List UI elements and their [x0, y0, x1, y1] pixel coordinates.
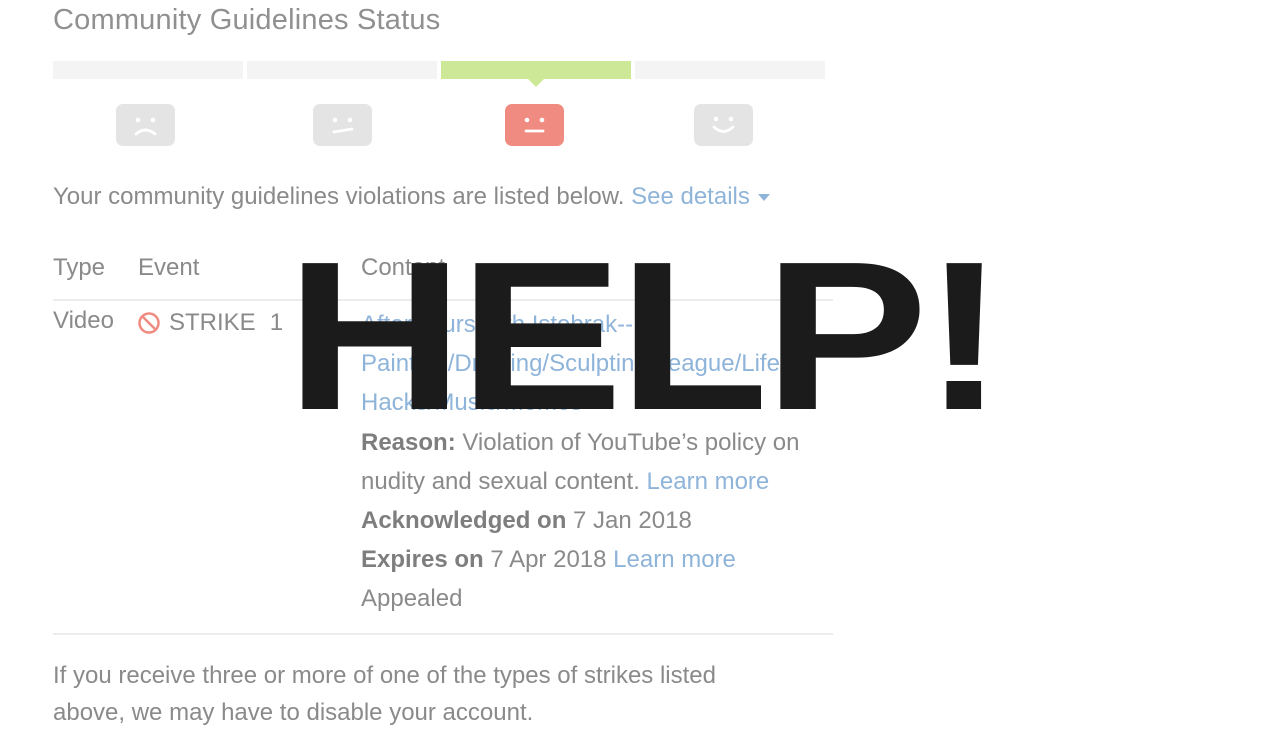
acknowledged-date: 7 Jan 2018: [566, 507, 692, 535]
status-segment: [635, 61, 825, 79]
header-type: Type: [53, 254, 106, 281]
reason-text-cont: nudity and sexual content.: [361, 467, 640, 495]
acknowledged-label: Acknowledged on: [361, 507, 567, 535]
status-segment-active: [441, 61, 631, 87]
see-details-label: See details: [631, 183, 750, 210]
learn-more-link[interactable]: Learn more: [613, 546, 736, 573]
strike-count: 1: [269, 309, 284, 336]
learn-more-link[interactable]: Learn more: [647, 468, 770, 495]
status-meter: [53, 61, 825, 87]
footer-line: If you receive three or more of one of t…: [53, 662, 716, 689]
violations-intro: Your community guidelines violations are…: [53, 183, 770, 211]
strike-event: STRIKE 1: [137, 309, 283, 337]
header-event: Event: [138, 254, 200, 281]
status-segment: [247, 61, 437, 79]
expires-date: 7 Apr 2018: [483, 546, 607, 574]
row-type: Video: [53, 307, 114, 334]
unhappy-face-icon: [313, 104, 372, 146]
footer-line: above, we may have to disable your accou…: [53, 699, 534, 726]
happy-face-icon: [694, 104, 753, 146]
appeal-status: Appealed: [361, 585, 463, 613]
status-segment: [53, 61, 243, 79]
expires-label: Expires on: [361, 546, 484, 574]
see-details-link[interactable]: See details: [631, 183, 770, 210]
strike-label: STRIKE: [169, 309, 256, 336]
intro-text: Your community guidelines violations are…: [53, 183, 625, 210]
caret-down-icon: [757, 194, 770, 202]
neutral-face-icon: [505, 104, 564, 146]
sad-face-icon: [116, 104, 175, 146]
page-title: Community Guidelines Status: [53, 4, 441, 36]
table-bottom-divider: [53, 633, 833, 635]
ban-icon: [138, 312, 160, 334]
help-overlay-text: HELP!: [286, 217, 1005, 454]
